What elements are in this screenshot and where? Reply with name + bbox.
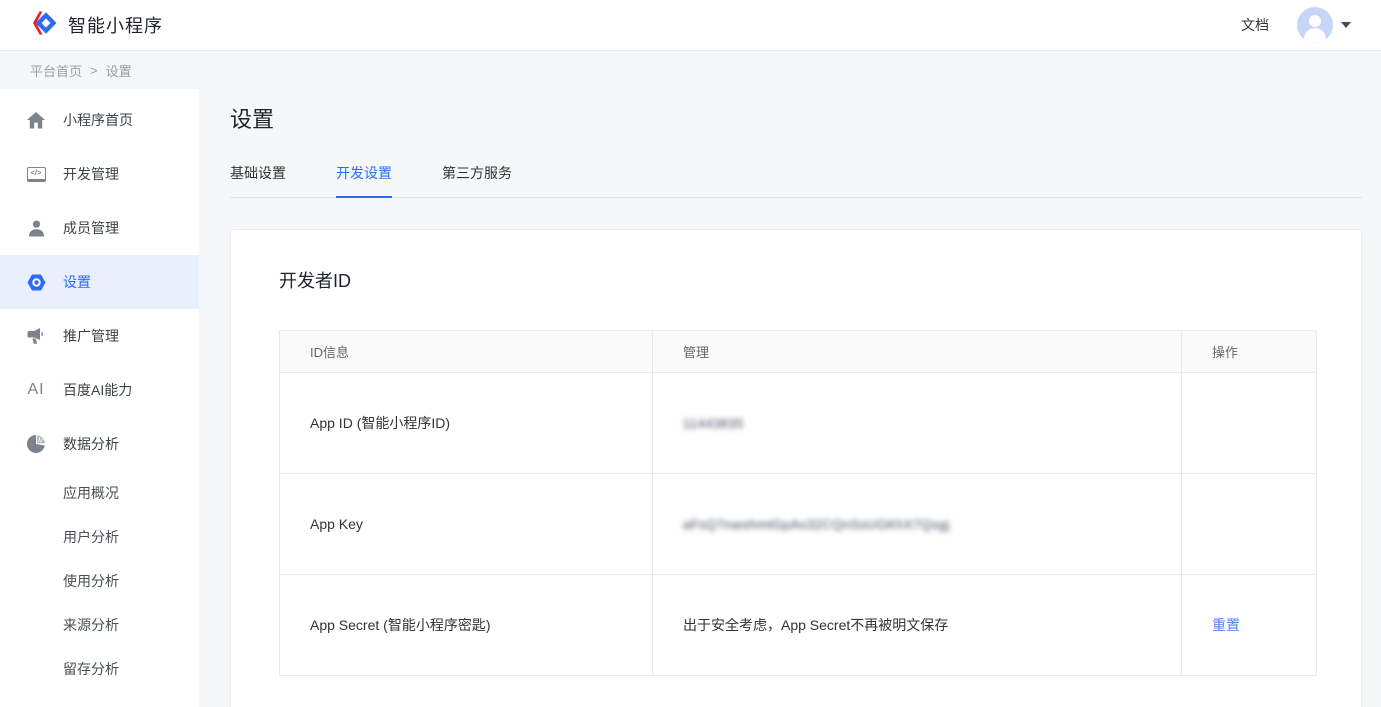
column-header-id-info: ID信息: [280, 331, 653, 373]
sidebar-subitem-app-overview[interactable]: 应用概况: [0, 471, 199, 515]
sidebar-item-label: 开发管理: [63, 164, 119, 184]
sidebar-item-dev-manage[interactable]: </> 开发管理: [0, 147, 199, 201]
megaphone-icon: [25, 328, 47, 344]
app-id-value-blurred: 11443835: [683, 416, 744, 431]
row-value: 出于安全考虑，App Secret不再被明文保存: [653, 575, 1182, 676]
sidebar-subitem-user-analysis[interactable]: 用户分析: [0, 515, 199, 559]
breadcrumb-home-link[interactable]: 平台首页: [30, 61, 82, 80]
gear-icon: [25, 274, 47, 291]
brand[interactable]: 智能小程序: [30, 9, 163, 42]
row-action-cell: [1182, 373, 1317, 474]
brand-title: 智能小程序: [68, 12, 163, 38]
code-icon: </>: [25, 167, 47, 182]
sidebar-item-label: 小程序首页: [63, 110, 133, 130]
tab-third-party[interactable]: 第三方服务: [442, 163, 512, 198]
chevron-down-icon[interactable]: [1341, 22, 1351, 28]
sidebar: 小程序首页 </> 开发管理 成员管理 设置 推广管理: [0, 89, 199, 707]
sidebar-item-label: 设置: [63, 272, 91, 292]
sidebar-item-label: 推广管理: [63, 326, 119, 346]
row-action-cell: 重置: [1182, 575, 1317, 676]
sidebar-item-promotion[interactable]: 推广管理: [0, 309, 199, 363]
row-value: aFsQ7nwshmtGpAs32CQnSsUGKhX7Qsgj: [653, 474, 1182, 575]
table-row-app-secret: App Secret (智能小程序密匙) 出于安全考虑，App Secret不再…: [280, 575, 1317, 676]
home-icon: [25, 112, 47, 129]
docs-link[interactable]: 文档: [1241, 15, 1269, 35]
sidebar-item-label: 成员管理: [63, 218, 119, 238]
sidebar-item-members[interactable]: 成员管理: [0, 201, 199, 255]
table-row-app-key: App Key aFsQ7nwshmtGpAs32CQnSsUGKhX7Qsgj: [280, 474, 1317, 575]
avatar-person-icon: [1309, 15, 1321, 27]
settings-tabs: 基础设置 开发设置 第三方服务: [230, 163, 1362, 198]
developer-id-card: 开发者ID ID信息 管理 操作 App ID (智能小程序ID) 114438…: [230, 229, 1362, 707]
page-title: 设置: [230, 102, 1362, 134]
breadcrumb-current: 设置: [106, 61, 132, 80]
table-row-app-id: App ID (智能小程序ID) 11443835: [280, 373, 1317, 474]
sidebar-item-data-analysis[interactable]: 数据分析: [0, 417, 199, 471]
tab-dev-settings[interactable]: 开发设置: [336, 163, 392, 198]
sidebar-item-home[interactable]: 小程序首页: [0, 93, 199, 147]
breadcrumb-separator: >: [90, 63, 98, 78]
main-content: 设置 基础设置 开发设置 第三方服务 开发者ID ID信息 管理 操作: [199, 89, 1381, 707]
pie-chart-icon: [25, 435, 47, 453]
top-header: 智能小程序 文档: [0, 0, 1381, 51]
member-icon: [25, 220, 47, 237]
row-action-cell: [1182, 474, 1317, 575]
user-menu[interactable]: [1297, 7, 1351, 43]
sidebar-item-baidu-ai[interactable]: AI 百度AI能力: [0, 363, 199, 417]
sidebar-item-settings[interactable]: 设置: [0, 255, 199, 309]
sidebar-item-label: 数据分析: [63, 434, 119, 454]
row-value: 11443835: [653, 373, 1182, 474]
ai-icon: AI: [25, 381, 47, 399]
sidebar-subitem-source-analysis[interactable]: 来源分析: [0, 603, 199, 647]
developer-id-table: ID信息 管理 操作 App ID (智能小程序ID) 11443835 App…: [279, 330, 1317, 676]
app-key-value-blurred: aFsQ7nwshmtGpAs32CQnSsUGKhX7Qsgj: [683, 517, 950, 532]
developer-id-heading: 开发者ID: [279, 267, 1313, 293]
user-avatar[interactable]: [1297, 7, 1333, 43]
table-header-row: ID信息 管理 操作: [280, 331, 1317, 373]
row-label: App Key: [280, 474, 653, 575]
column-header-action: 操作: [1182, 331, 1317, 373]
row-label: App Secret (智能小程序密匙): [280, 575, 653, 676]
column-header-manage: 管理: [653, 331, 1182, 373]
brand-logo-icon: [30, 9, 58, 42]
sidebar-subitem-retention-analysis[interactable]: 留存分析: [0, 647, 199, 691]
tab-basic-settings[interactable]: 基础设置: [230, 163, 286, 198]
sidebar-subitem-usage-analysis[interactable]: 使用分析: [0, 559, 199, 603]
reset-app-secret-button[interactable]: 重置: [1212, 617, 1240, 633]
sidebar-item-label: 百度AI能力: [63, 380, 132, 400]
row-label: App ID (智能小程序ID): [280, 373, 653, 474]
breadcrumb: 平台首页 > 设置: [0, 51, 1381, 89]
